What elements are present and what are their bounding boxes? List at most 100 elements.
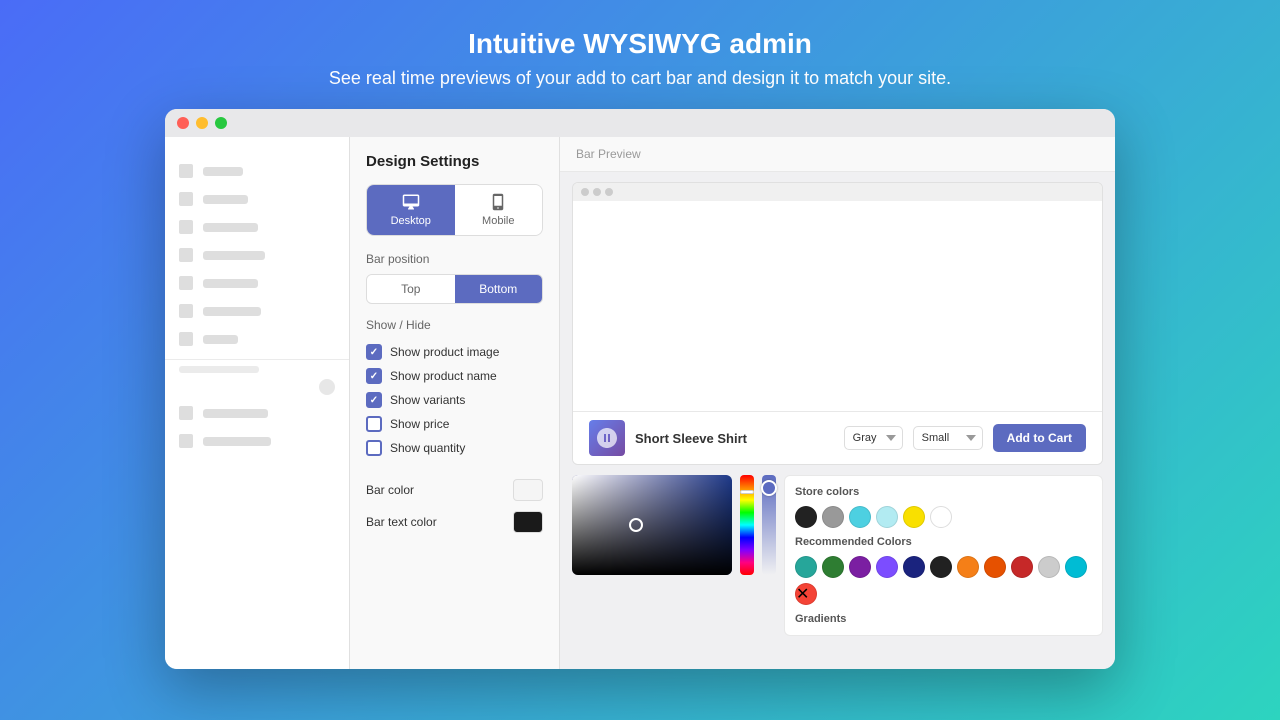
show-product-name-label: Show product name [390,369,497,383]
recommended-colors-title: Recommended Colors [795,536,1092,548]
color-gradient-picker[interactable] [572,475,732,575]
browser-content [573,201,1102,411]
show-product-image-checkbox[interactable] [366,344,382,360]
picker-circle[interactable] [629,518,643,532]
show-product-image-row: Show product image [366,340,543,364]
sidebar-label-customers [203,251,265,260]
position-top[interactable]: Top [367,275,455,303]
sidebar-label-home [203,167,243,176]
page-header: Intuitive WYSIWYG admin See real time pr… [329,0,951,109]
device-tabs: Desktop Mobile [366,184,543,236]
sidebar-label-orders [203,195,248,204]
settings-panel: Design Settings Desktop Mobile Bar pos [350,137,560,669]
store-colors-panel: Store colors Recommended Colors [784,475,1103,636]
close-dot[interactable] [177,117,189,129]
sidebar-divider [165,359,349,360]
show-quantity-checkbox[interactable] [366,440,382,456]
position-bottom[interactable]: Bottom [455,275,543,303]
show-variants-label: Show variants [390,393,465,407]
variant-size-select[interactable]: Small Medium Large [913,426,983,450]
sidebar-item-discounts[interactable] [165,297,349,325]
sidebar-toggle-icon[interactable] [319,379,335,395]
page-title: Intuitive WYSIWYG admin [329,28,951,60]
rec-color-11[interactable] [1065,556,1087,578]
bar-text-color-swatch[interactable] [513,511,543,533]
position-tabs: Top Bottom [366,274,543,304]
sidebar-item-analytics[interactable] [165,269,349,297]
rec-color-7[interactable] [957,556,979,578]
sidebar-label-online-store [203,409,268,418]
discounts-icon [179,304,193,318]
customers-icon [179,248,193,262]
rec-color-2[interactable] [822,556,844,578]
minimize-dot[interactable] [196,117,208,129]
recommended-color-dots: ✕ [795,556,1092,605]
cart-bar: Short Sleeve Shirt Gray Black White Smal… [573,411,1102,464]
alpha-indicator [761,480,777,496]
alpha-slider[interactable] [762,475,776,575]
show-hide-section: Show / Hide Show product image Show prod… [366,318,543,460]
preview-header: Bar Preview [560,137,1115,172]
rec-color-cross[interactable]: ✕ [795,583,817,605]
bar-text-color-label: Bar text color [366,515,437,529]
sidebar-item-online-store[interactable] [165,399,349,427]
sidebar-nav [165,149,349,463]
show-price-label: Show price [390,417,449,431]
window-titlebar [165,109,1115,137]
browser-bar [573,183,1102,201]
rec-color-1[interactable] [795,556,817,578]
store-color-yellow[interactable] [903,506,925,528]
product-name: Short Sleeve Shirt [635,431,834,446]
hue-indicator [740,490,754,494]
tab-desktop-label: Desktop [391,215,431,227]
sidebar-item-point-of-sale[interactable] [165,427,349,455]
sidebar-item-products[interactable] [165,213,349,241]
sidebar-item-customers[interactable] [165,241,349,269]
rec-color-4[interactable] [876,556,898,578]
bar-text-color-row: Bar text color [366,506,543,538]
apps-icon [179,332,193,346]
bar-position-label: Bar position [366,252,543,266]
desktop-icon [402,193,420,211]
rec-color-3[interactable] [849,556,871,578]
rec-color-6[interactable] [930,556,952,578]
mobile-icon [489,193,507,211]
store-color-white[interactable] [930,506,952,528]
rec-color-10[interactable] [1038,556,1060,578]
browser-preview: Short Sleeve Shirt Gray Black White Smal… [572,182,1103,465]
show-product-name-checkbox[interactable] [366,368,382,384]
rec-color-8[interactable] [984,556,1006,578]
hue-slider[interactable] [740,475,754,575]
show-variants-row: Show variants [366,388,543,412]
bar-color-swatch[interactable] [513,479,543,501]
store-color-black[interactable] [795,506,817,528]
pos-icon [179,434,193,448]
rec-color-9[interactable] [1011,556,1033,578]
maximize-dot[interactable] [215,117,227,129]
store-colors-title: Store colors [795,486,1092,498]
add-to-cart-button[interactable]: Add to Cart [993,424,1086,452]
show-quantity-row: Show quantity [366,436,543,460]
variant-color-select[interactable]: Gray Black White [844,426,903,450]
store-color-light-teal[interactable] [876,506,898,528]
home-icon [179,164,193,178]
window-body: Design Settings Desktop Mobile Bar pos [165,137,1115,669]
rec-color-5[interactable] [903,556,925,578]
sidebar-label-discounts [203,307,261,316]
show-price-checkbox[interactable] [366,416,382,432]
product-thumbnail [589,420,625,456]
tab-desktop[interactable]: Desktop [367,185,455,235]
store-color-teal[interactable] [849,506,871,528]
sidebar-item-apps[interactable] [165,325,349,353]
store-color-gray[interactable] [822,506,844,528]
sidebar-item-home[interactable] [165,157,349,185]
show-price-row: Show price [366,412,543,436]
online-store-icon [179,406,193,420]
tab-mobile[interactable]: Mobile [455,185,543,235]
show-variants-checkbox[interactable] [366,392,382,408]
show-product-name-row: Show product name [366,364,543,388]
sidebar-label-pos [203,437,271,446]
sidebar-item-orders[interactable] [165,185,349,213]
analytics-icon [179,276,193,290]
sidebar [165,137,350,669]
